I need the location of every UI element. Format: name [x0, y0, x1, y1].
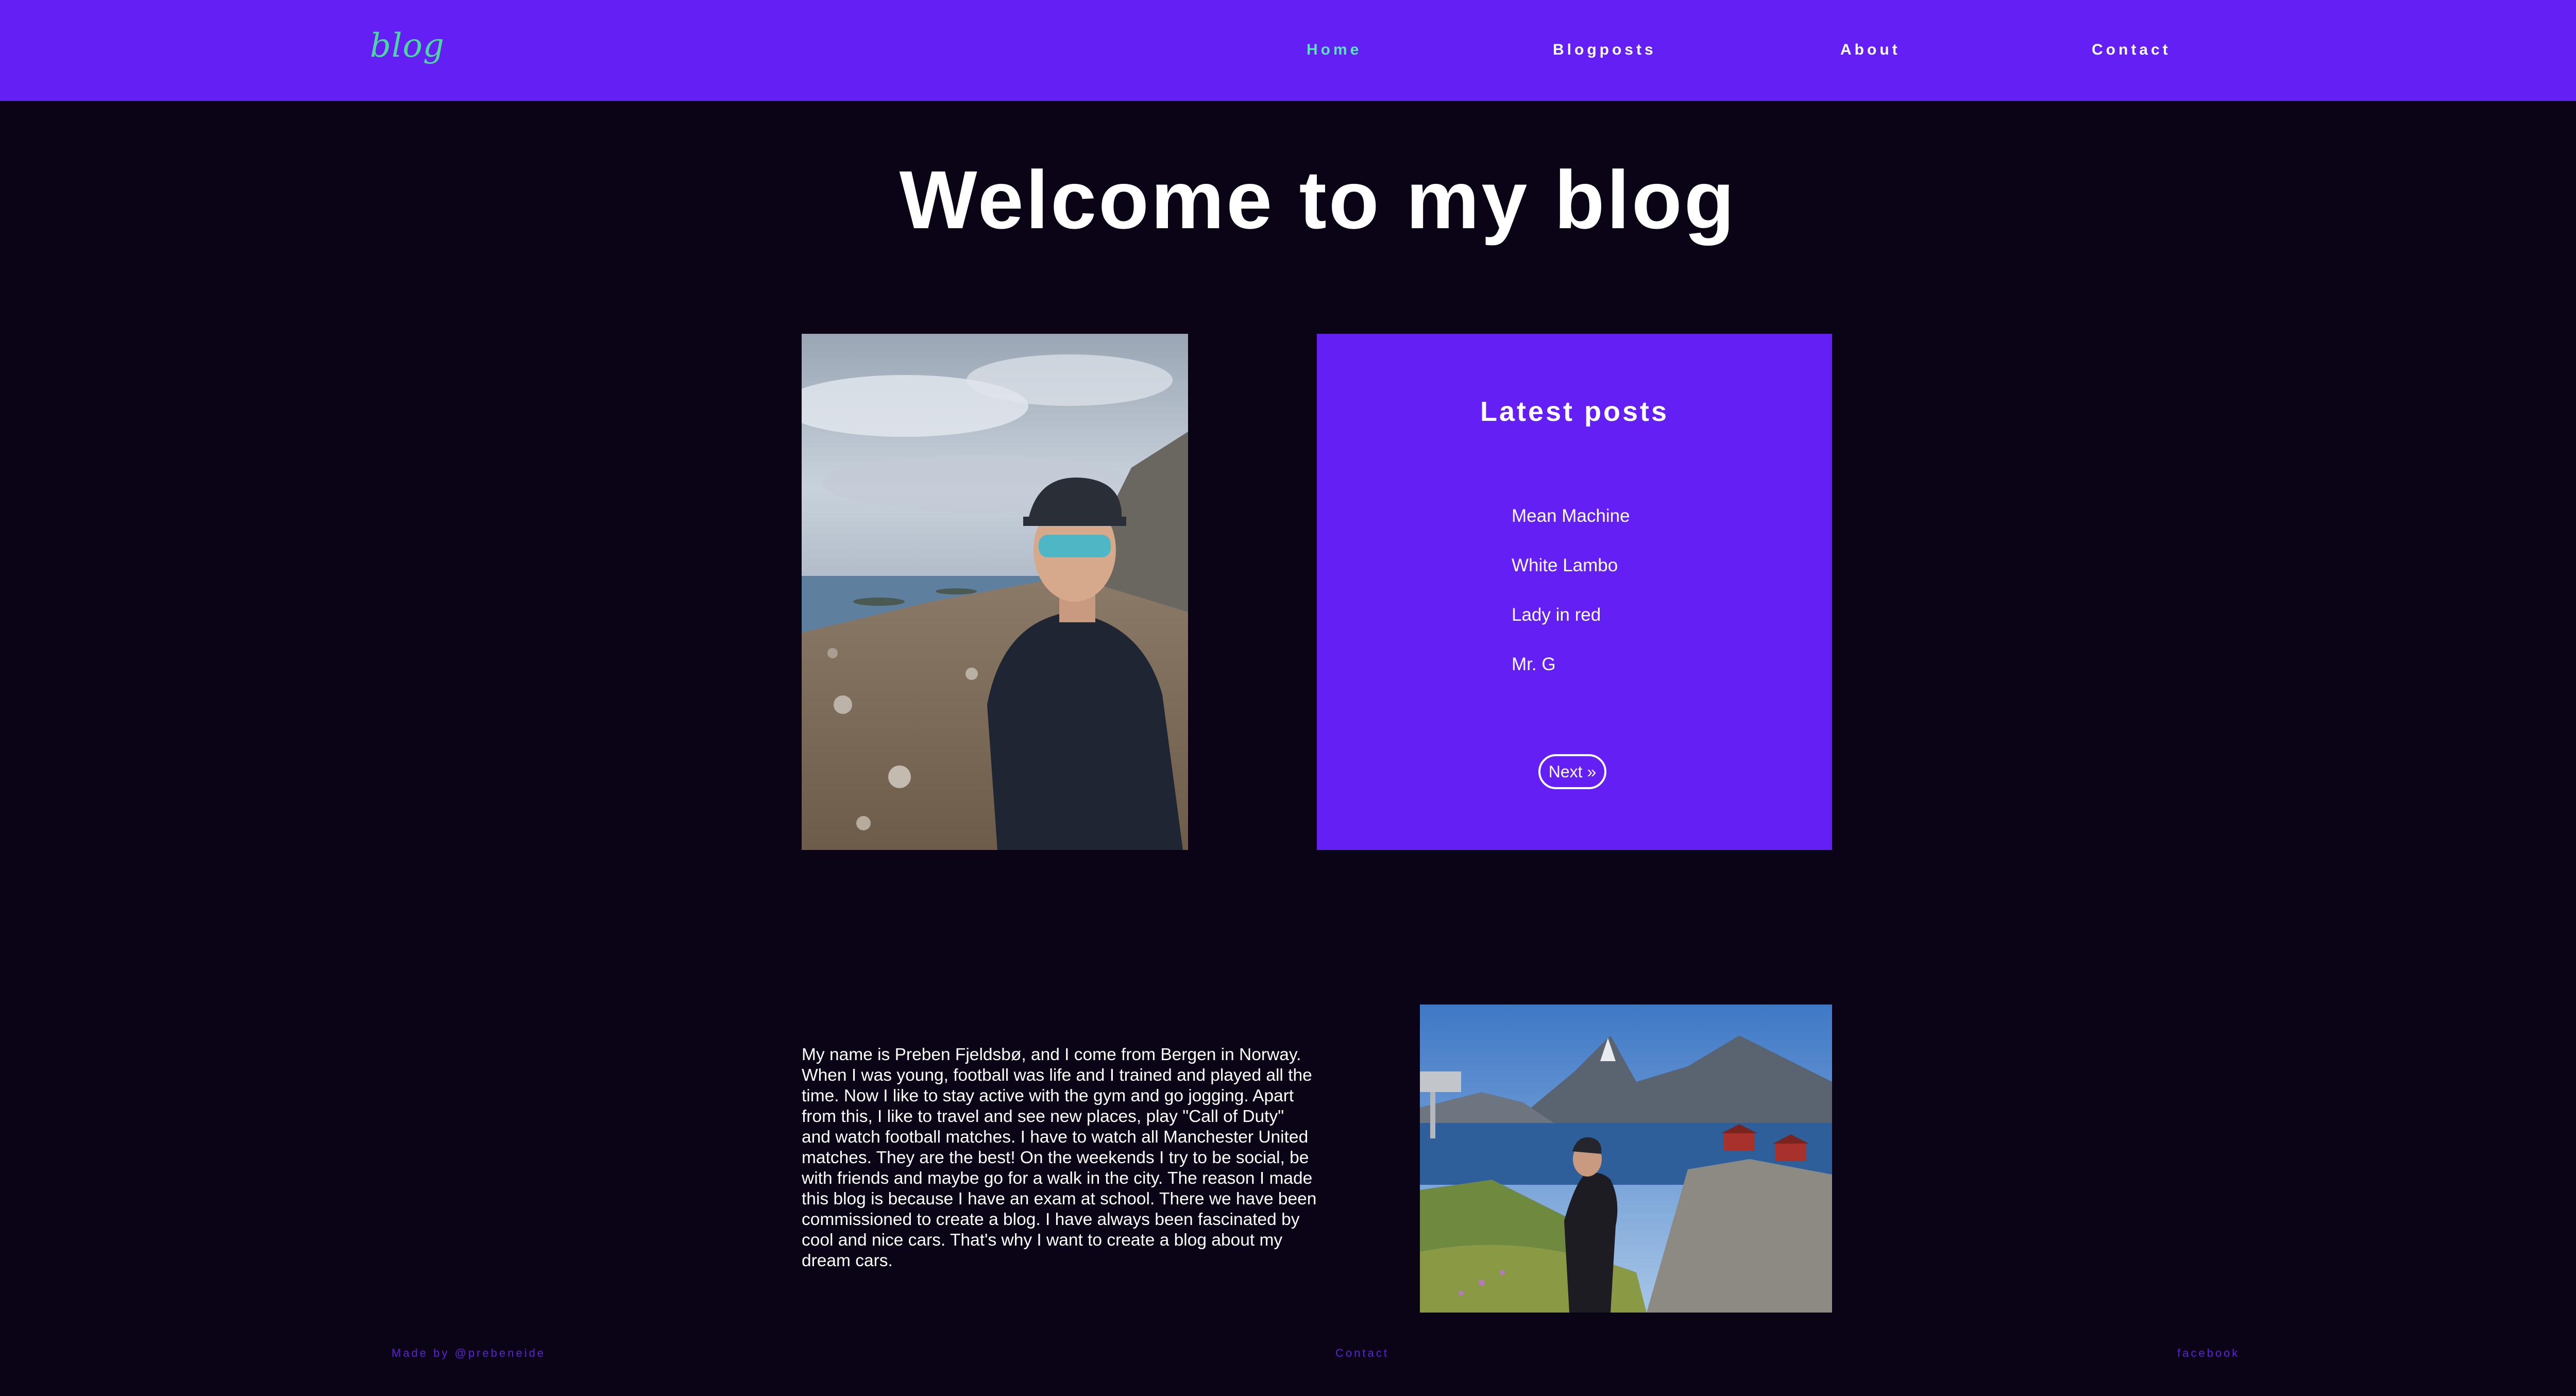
latest-posts-heading: Latest posts	[1480, 396, 1669, 427]
footer-facebook-link[interactable]: facebook	[2177, 1347, 2240, 1360]
page-title: Welcome to my blog	[899, 154, 1737, 246]
post-link-white-lambo[interactable]: White Lambo	[1512, 554, 1630, 604]
nav-home[interactable]: Home	[1307, 41, 1362, 59]
nav-blogposts[interactable]: Blogposts	[1553, 41, 1656, 59]
next-button[interactable]: Next »	[1538, 754, 1606, 789]
landscape-photo	[1420, 1005, 1832, 1313]
nav-about[interactable]: About	[1840, 41, 1901, 59]
latest-posts-card: Latest posts Mean Machine White Lambo La…	[1317, 334, 1832, 850]
post-link-mr-g[interactable]: Mr. G	[1512, 653, 1630, 703]
latest-posts-list: Mean Machine White Lambo Lady in red Mr.…	[1512, 505, 1630, 703]
footer-contact-link[interactable]: Contact	[1335, 1347, 1389, 1360]
portrait-photo	[802, 334, 1188, 850]
site-logo[interactable]: blog	[370, 27, 445, 65]
footer-credit-link[interactable]: Made by @prebeneide	[392, 1347, 546, 1360]
post-link-mean-machine[interactable]: Mean Machine	[1512, 505, 1630, 554]
about-paragraph: My name is Preben Fjeldsbø, and I come f…	[802, 1045, 1317, 1270]
post-link-lady-in-red[interactable]: Lady in red	[1512, 604, 1630, 653]
top-navigation-bar: blog Home Blogposts About Contact	[0, 0, 2576, 101]
nav-contact[interactable]: Contact	[2092, 41, 2171, 59]
